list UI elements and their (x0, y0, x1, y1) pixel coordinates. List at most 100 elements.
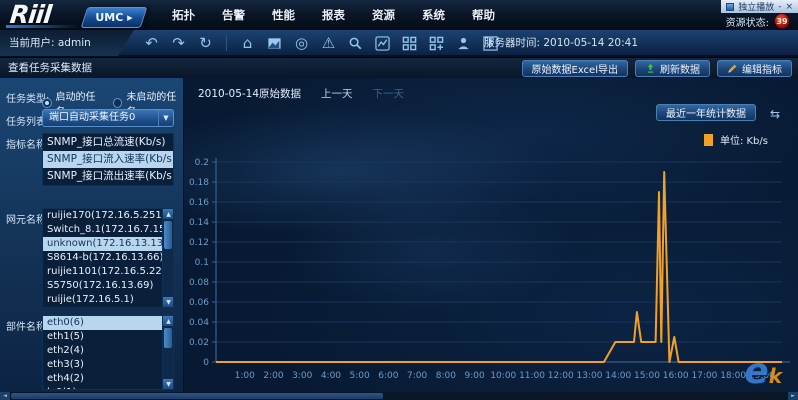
task-list-value: 端口自动采集任务0 (49, 112, 135, 123)
element-list-scrollbar[interactable]: ▲ ▼ (162, 209, 173, 307)
menu-item-3[interactable]: 报表 (322, 7, 345, 23)
components-item[interactable]: eth2(4) (43, 344, 173, 358)
prev-day-link[interactable]: 上一天 (321, 86, 353, 101)
svg-text:19:00: 19:00 (749, 371, 775, 381)
svg-text:9:00: 9:00 (464, 371, 484, 381)
scrollbar-thumb[interactable] (164, 328, 172, 348)
svg-text:14:00: 14:00 (605, 371, 631, 381)
search-icon[interactable] (346, 34, 365, 53)
scroll-up-icon[interactable]: ▲ (163, 316, 174, 326)
chart-date-title: 2010-05-14原始数据 (198, 86, 301, 101)
target-icon[interactable]: ◎ (292, 34, 311, 53)
chevron-down-icon[interactable]: ▼ (158, 110, 173, 126)
scroll-up-icon[interactable]: ▲ (163, 209, 174, 219)
task-list-select[interactable]: 端口自动采集任务0 ▼ (42, 109, 174, 127)
menu-item-6[interactable]: 帮助 (472, 7, 495, 23)
menu-item-4[interactable]: 资源 (372, 7, 395, 23)
toolbar-icons: ↶ ↷ ↻ ⌂ ◎ ⚠ (142, 30, 500, 56)
metric-list: SNMP_接口总流速(Kb/s)SNMP_接口流入速率(Kb/s)SNMP_接口… (42, 133, 174, 186)
sub-header-buttons: 原始数据Excel导出 刷新数据 编辑指标 (522, 60, 793, 77)
svg-text:17:00: 17:00 (691, 371, 717, 381)
sub-header: 查看任务采集数据 原始数据Excel导出 刷新数据 编辑指标 (0, 57, 798, 78)
year-stats-button[interactable]: 最近一年统计数据 (656, 104, 756, 121)
svg-text:3:00: 3:00 (292, 371, 312, 381)
edit-metric-button[interactable]: 编辑指标 (717, 60, 792, 77)
svg-text:0.2: 0.2 (195, 158, 209, 168)
user-icon[interactable] (454, 34, 473, 53)
svg-text:0.18: 0.18 (189, 178, 209, 188)
svg-text:0.16: 0.16 (189, 198, 209, 208)
menu-item-1[interactable]: 告警 (222, 7, 245, 23)
swap-view-icon[interactable]: ⇆ (770, 107, 780, 121)
next-day-link[interactable]: 下一天 (373, 86, 405, 101)
main-menu: 拓扑 告警 性能 报表 资源 系统 帮助 (172, 0, 495, 30)
riil-window: Riil UMC ▸ 拓扑告警性能报表资源系统帮助 独立播放 - × 资源状态:… (0, 0, 798, 400)
image-chart-icon[interactable] (265, 34, 284, 53)
legend-color-swatch (704, 134, 713, 146)
umc-menu-button[interactable]: UMC ▸ (81, 7, 148, 28)
chart-panel: 2010-05-14原始数据 上一天 下一天 最近一年统计数据 ⇆ 单位: Kb… (184, 78, 798, 392)
radio-icon[interactable] (113, 98, 123, 108)
scroll-left-icon[interactable]: ◄ (0, 392, 10, 400)
svg-text:10:00: 10:00 (490, 371, 516, 381)
redo-icon[interactable]: ↷ (169, 34, 188, 53)
export-excel-button[interactable]: 原始数据Excel导出 (522, 60, 629, 77)
elements-item[interactable]: Switch_8.1(172.16.7.15) (43, 223, 173, 237)
server-time-label: 服务器时间: 2010-05-14 20:41 (484, 30, 638, 56)
svg-text:8:00: 8:00 (436, 371, 456, 381)
toolbar-separator (226, 35, 227, 51)
popup-minimize-button[interactable]: - (778, 2, 781, 12)
elements-item[interactable]: unknown(172.16.13.134) (43, 237, 173, 251)
grid-icon[interactable] (400, 34, 419, 53)
refresh-data-label: 刷新数据 (660, 61, 700, 76)
radio-icon[interactable] (42, 98, 52, 108)
menu-item-0[interactable]: 拓扑 (172, 7, 195, 23)
resource-status: 资源状态: 39 (726, 13, 790, 29)
icon-toolbar: 当前用户: admin ↶↷↻⌂◎⚠ 服务器时间: 2010-05-14 20:… (0, 30, 798, 56)
popup-tab[interactable]: 独立播放 - × (721, 0, 798, 13)
chart-legend: 单位: Kb/s (704, 132, 768, 147)
scroll-right-icon[interactable]: ► (788, 392, 798, 400)
line-chart-icon[interactable] (373, 34, 392, 53)
svg-text:0.06: 0.06 (189, 298, 209, 308)
year-stats-label: 最近一年统计数据 (666, 105, 746, 120)
metrics-item[interactable]: SNMP_接口流入速率(Kb/s) (43, 151, 173, 168)
alert-icon[interactable]: ⚠ (319, 34, 338, 53)
refresh-icon[interactable]: ↻ (196, 34, 215, 53)
undo-icon[interactable]: ↶ (142, 34, 161, 53)
elements-item[interactable]: ruijie(172.16.5.1) (43, 293, 173, 307)
menu-item-5[interactable]: 系统 (422, 7, 445, 23)
svg-text:1:00: 1:00 (235, 371, 255, 381)
components-item[interactable]: eth0(6) (43, 316, 173, 330)
element-list: ruijie170(172.16.5.251)Switch_8.1(172.16… (42, 208, 174, 308)
grid-add-icon[interactable] (427, 34, 446, 53)
components-item[interactable]: lo0(1) (43, 386, 173, 390)
components-item[interactable]: eth3(3) (43, 358, 173, 372)
component-list-scrollbar[interactable]: ▲ ▼ (162, 316, 173, 389)
home-icon[interactable]: ⌂ (238, 34, 257, 53)
components-item[interactable]: eth4(2) (43, 372, 173, 386)
popup-icon (726, 3, 734, 11)
svg-text:11:00: 11:00 (519, 371, 545, 381)
export-excel-label: 原始数据Excel导出 (532, 61, 619, 76)
metrics-item[interactable]: SNMP_接口流出速率(Kb/s) (43, 168, 173, 185)
components-item[interactable]: eth1(5) (43, 330, 173, 344)
line-chart: 00.020.040.060.080.10.120.140.160.180.21… (186, 150, 794, 392)
scrollbar-thumb[interactable] (11, 393, 383, 399)
svg-text:13:00: 13:00 (577, 371, 603, 381)
elements-item[interactable]: ruijie1101(172.16.5.223) (43, 265, 173, 279)
metrics-item[interactable]: SNMP_接口总流速(Kb/s) (43, 134, 173, 151)
scroll-down-icon[interactable]: ▼ (163, 379, 174, 389)
svg-text:0.1: 0.1 (195, 258, 209, 268)
horizontal-scrollbar[interactable]: ◄ ► (0, 392, 798, 400)
svg-text:0.14: 0.14 (189, 218, 209, 228)
scrollbar-thumb[interactable] (164, 221, 172, 249)
resource-status-badge[interactable]: 39 (774, 13, 790, 29)
elements-item[interactable]: ruijie170(172.16.5.251) (43, 209, 173, 223)
popup-close-button[interactable]: × (785, 2, 793, 12)
menu-item-2[interactable]: 性能 (272, 7, 295, 23)
refresh-data-button[interactable]: 刷新数据 (635, 60, 710, 77)
scroll-down-icon[interactable]: ▼ (163, 297, 174, 307)
elements-item[interactable]: S5750(172.16.13.69) (43, 279, 173, 293)
elements-item[interactable]: S8614-b(172.16.13.66) (43, 251, 173, 265)
